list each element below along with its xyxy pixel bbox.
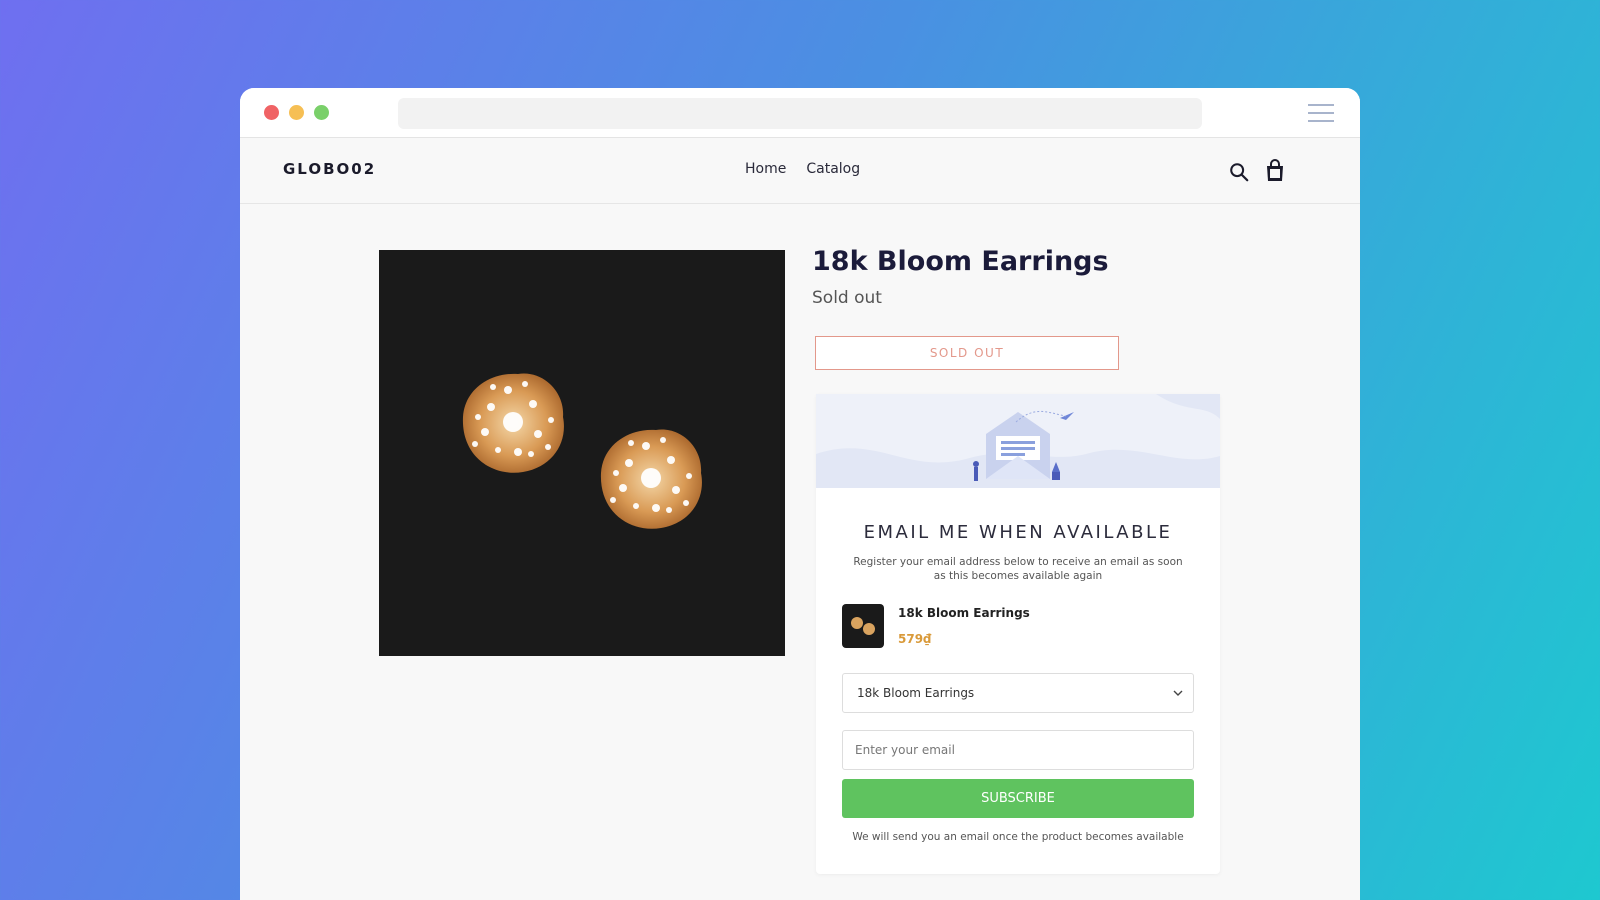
browser-chrome bbox=[240, 88, 1360, 138]
notify-subtitle: Register your email address below to rec… bbox=[853, 556, 1183, 582]
browser-window: GLOBO02 Home Catalog 18k Bloom Earrings … bbox=[240, 88, 1360, 900]
notify-card: EMAIL ME WHEN AVAILABLE Register your em… bbox=[816, 394, 1220, 874]
subscribe-button[interactable]: SUBSCRIBE bbox=[842, 779, 1194, 818]
chevron-down-icon bbox=[1173, 690, 1183, 696]
main-nav: Home Catalog bbox=[745, 161, 860, 177]
notify-title: EMAIL ME WHEN AVAILABLE bbox=[863, 522, 1173, 543]
product-thumbnail bbox=[842, 604, 884, 648]
sold-out-button[interactable]: SOLD OUT bbox=[815, 336, 1119, 370]
store-header: GLOBO02 Home Catalog bbox=[240, 138, 1360, 204]
variant-selected-label: 18k Bloom Earrings bbox=[857, 686, 975, 700]
nav-catalog[interactable]: Catalog bbox=[806, 161, 860, 177]
variant-select[interactable]: 18k Bloom Earrings bbox=[842, 673, 1194, 713]
product-price-status: Sold out bbox=[812, 288, 882, 308]
product-image[interactable] bbox=[379, 250, 785, 656]
email-illustration bbox=[816, 394, 1220, 488]
store-logo[interactable]: GLOBO02 bbox=[283, 160, 376, 178]
cart-icon[interactable] bbox=[1264, 159, 1286, 183]
minimize-window-dot[interactable] bbox=[289, 105, 304, 120]
address-bar[interactable] bbox=[398, 98, 1202, 129]
product-title: 18k Bloom Earrings bbox=[812, 246, 1109, 277]
close-window-dot[interactable] bbox=[264, 105, 279, 120]
search-icon[interactable] bbox=[1228, 161, 1250, 183]
earrings-image bbox=[462, 373, 702, 529]
email-field[interactable] bbox=[842, 730, 1194, 770]
mini-product: 18k Bloom Earrings 579₫ bbox=[842, 604, 1030, 648]
nav-home[interactable]: Home bbox=[745, 161, 786, 177]
notify-footnote: We will send you an email once the produ… bbox=[852, 831, 1184, 843]
mini-product-price: 579₫ bbox=[898, 632, 932, 646]
mini-product-name: 18k Bloom Earrings bbox=[898, 606, 1030, 620]
maximize-window-dot[interactable] bbox=[314, 105, 329, 120]
menu-icon[interactable] bbox=[1308, 104, 1334, 122]
